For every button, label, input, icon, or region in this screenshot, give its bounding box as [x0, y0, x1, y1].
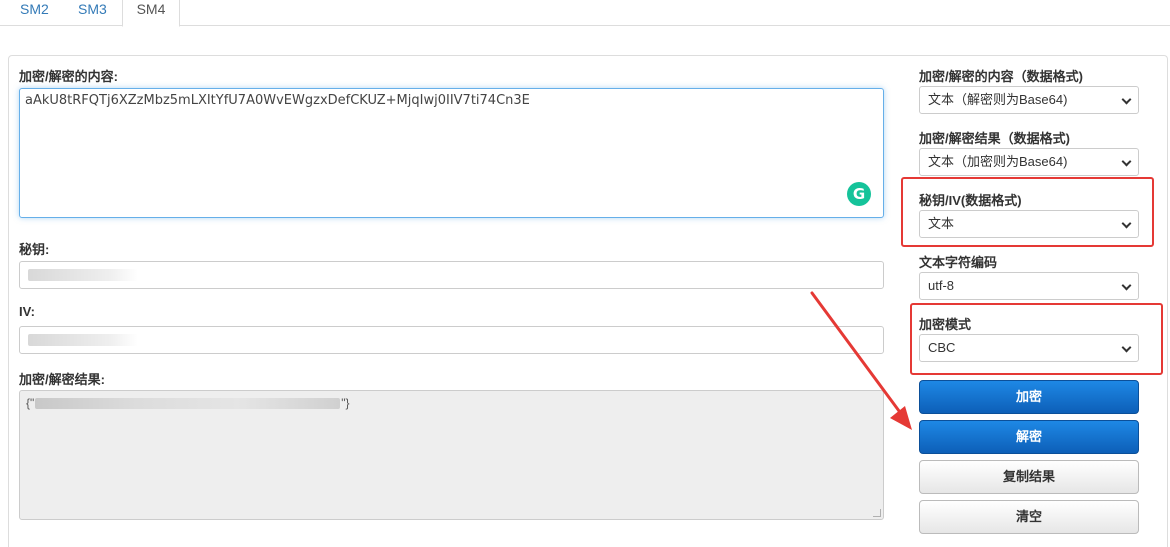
annotation-arrow-icon [810, 291, 912, 430]
